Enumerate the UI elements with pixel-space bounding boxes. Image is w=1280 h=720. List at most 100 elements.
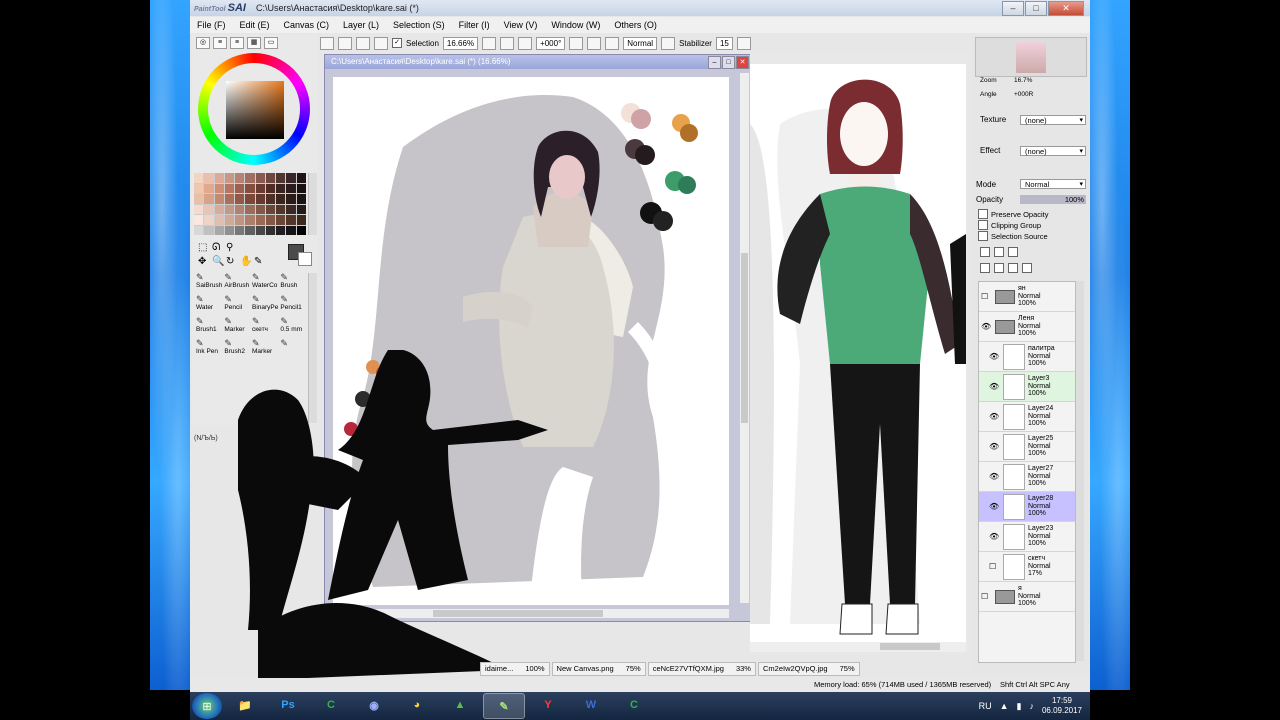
stabilizer-field[interactable]: 15 (715, 36, 733, 50)
eye-icon[interactable]: 👁 (989, 352, 999, 362)
doc-maximize-button[interactable]: □ (722, 56, 735, 69)
taskbar-word-icon[interactable]: W (571, 693, 611, 717)
eye-icon[interactable]: 👁 (989, 382, 999, 392)
brush-tool-4[interactable]: ✎ Water (194, 295, 222, 315)
merge-down-icon[interactable] (994, 263, 1004, 273)
undo-icon[interactable] (320, 36, 334, 50)
hidden-eye-icon[interactable]: ☐ (989, 562, 999, 572)
brush-tool-0[interactable]: ✎ SaiBrush (194, 273, 222, 293)
background-color[interactable] (298, 252, 312, 266)
minimize-button[interactable]: – (1002, 1, 1024, 16)
swatches-scrollbar[interactable] (308, 173, 317, 235)
menu-layer[interactable]: Layer (L) (336, 20, 386, 30)
opacity-slider[interactable]: 100% (1020, 195, 1086, 204)
layer-item[interactable]: 👁 Леня Normal 100% (979, 312, 1075, 342)
taskbar-chrome-icon[interactable]: ◕ (397, 693, 437, 717)
brush-tool-11[interactable]: ✎ 0.5 mm (278, 317, 306, 337)
hsv-slider-mode-icon[interactable]: ≡ (230, 37, 244, 49)
angle-value[interactable]: +000R (1014, 91, 1033, 98)
zoom-value[interactable]: 16.7% (1014, 77, 1032, 84)
eye-icon[interactable]: 👁 (981, 322, 991, 332)
layer-item[interactable]: 👁 Layer24 Normal 100% (979, 402, 1075, 432)
angle-field[interactable]: +000° (536, 36, 566, 50)
redo-icon[interactable] (338, 36, 352, 50)
menu-filter[interactable]: Filter (I) (452, 20, 497, 30)
blend-mode-field[interactable]: Normal (623, 36, 658, 50)
menu-file[interactable]: File (F) (190, 20, 233, 30)
volume-icon[interactable]: ♪ (1029, 701, 1034, 711)
maximize-button[interactable]: □ (1025, 1, 1047, 16)
hand-icon[interactable]: ✋ (240, 256, 252, 267)
hidden-eye-icon[interactable]: ☐ (981, 592, 991, 602)
brush-tool-1[interactable]: ✎ AirBrush (222, 273, 250, 293)
eye-icon[interactable]: 👁 (989, 412, 999, 422)
rgb-slider-mode-icon[interactable]: ≡ (213, 37, 227, 49)
taskbar-yandex-icon[interactable]: Y (528, 693, 568, 717)
brush-tool-7[interactable]: ✎ Pencil1 (278, 295, 306, 315)
layer-item[interactable]: 👁 Layer3 Normal 100% (979, 372, 1075, 402)
menu-canvas[interactable]: Canvas (C) (277, 20, 337, 30)
select-rect-icon[interactable]: ⬚ (198, 242, 207, 253)
zoom-reset-icon[interactable] (518, 36, 533, 50)
brush-tool-9[interactable]: ✎ Marker (222, 317, 250, 337)
canvas-tab[interactable]: New Canvas.png 75% (551, 662, 646, 676)
selection-source-option[interactable]: Selection Source (978, 231, 1048, 241)
canvas-tab[interactable]: ceNcE27VTfQXM.jpg 33% (647, 662, 756, 676)
selection-checkbox[interactable]: ✓ (392, 38, 402, 48)
deselect-icon[interactable] (356, 36, 370, 50)
language-indicator[interactable]: RU (979, 701, 992, 711)
layer-item[interactable]: ☐ ян Normal 100% (979, 282, 1075, 312)
new-linework-icon[interactable] (994, 247, 1004, 257)
invert-icon[interactable] (374, 36, 388, 50)
clear-layer-icon[interactable] (1008, 263, 1018, 273)
move-icon[interactable]: ✥ (198, 256, 206, 267)
swatch-mode-icon[interactable]: ▦ (247, 37, 261, 49)
eye-icon[interactable]: 👁 (989, 532, 999, 542)
layer-item[interactable]: 👁 палитра Normal 100% (979, 342, 1075, 372)
mode-dropdown[interactable]: Normal (1020, 179, 1086, 190)
preserve-opacity-option[interactable]: Preserve Opacity (978, 209, 1049, 219)
zoom-icon[interactable]: 🔍 (212, 256, 224, 267)
zoom-field[interactable]: 16.66% (442, 36, 479, 50)
layer-item[interactable]: ☐ скетч Normal 17% (979, 552, 1075, 582)
menu-edit[interactable]: Edit (E) (233, 20, 277, 30)
canvas-tab[interactable]: idaime... 100% (480, 662, 550, 676)
layer-item[interactable]: 👁 Layer25 Normal 100% (979, 432, 1075, 462)
taskbar-explorer-icon[interactable]: 📁 (225, 693, 265, 717)
zoom-in-icon[interactable] (500, 36, 515, 50)
lasso-icon[interactable]: ᘏ (212, 242, 220, 253)
menu-view[interactable]: View (V) (497, 20, 545, 30)
texture-dropdown[interactable]: (none) (1020, 115, 1086, 126)
brush-tool-2[interactable]: ✎ WaterCo (250, 273, 278, 293)
rotate-icon[interactable]: ↻ (226, 256, 234, 267)
new-layer-icon[interactable] (980, 247, 990, 257)
transfer-down-icon[interactable] (980, 263, 990, 273)
layer-item[interactable]: ☐ я Normal 100% (979, 582, 1075, 612)
layer-list-scrollbar[interactable] (1076, 281, 1084, 661)
start-button[interactable]: ⊞ (192, 693, 222, 719)
color-swatches[interactable] (194, 173, 306, 235)
taskbar-camtasia-icon[interactable]: C (311, 693, 351, 717)
stabilizer-dropdown-icon[interactable] (736, 36, 751, 50)
taskbar-discord-icon[interactable]: ◉ (354, 693, 394, 717)
scratchpad-mode-icon[interactable]: ▭ (264, 37, 278, 49)
reference-canvas[interactable] (750, 64, 966, 642)
magic-wand-icon[interactable]: ⚲ (226, 242, 233, 253)
reference-horizontal-scrollbar[interactable] (750, 642, 966, 652)
eye-icon[interactable]: 👁 (989, 472, 999, 482)
canvas-tab[interactable]: Cm2eIw2QVpQ.jpg 75% (757, 662, 860, 676)
navigator[interactable] (975, 37, 1087, 77)
eyedropper-icon[interactable]: ✎ (254, 256, 262, 267)
saturation-value-square[interactable] (226, 81, 284, 139)
layer-item[interactable]: 👁 Layer28 Normal 100% (979, 492, 1075, 522)
hidden-eye-icon[interactable]: ☐ (981, 292, 991, 302)
zoom-out-icon[interactable] (482, 36, 497, 50)
menu-window[interactable]: Window (W) (544, 20, 607, 30)
brush-tool-8[interactable]: ✎ Brush1 (194, 317, 222, 337)
eye-icon[interactable]: 👁 (989, 502, 999, 512)
clock[interactable]: 17:59 06.09.2017 (1042, 696, 1082, 716)
layer-item[interactable]: 👁 Layer27 Normal 100% (979, 462, 1075, 492)
close-button[interactable]: ✕ (1048, 1, 1084, 16)
rotate-reset-icon[interactable] (605, 36, 620, 50)
clipping-group-option[interactable]: Clipping Group (978, 220, 1041, 230)
